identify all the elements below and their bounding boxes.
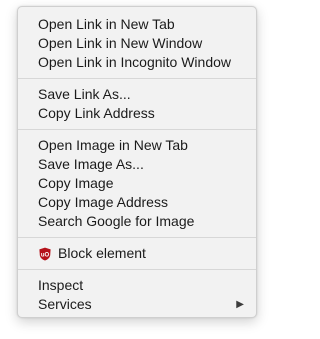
menu-separator (18, 78, 256, 79)
menu-item-search-google-for-image[interactable]: Search Google for Image (18, 212, 256, 231)
menu-separator (18, 129, 256, 130)
menu-item-copy-image[interactable]: Copy Image (18, 174, 256, 193)
ublock-origin-shield-icon: uO (38, 247, 52, 261)
block-element-label: Block element (58, 245, 146, 261)
menu-item-open-link-new-tab[interactable]: Open Link in New Tab (18, 15, 256, 34)
menu-item-open-link-new-window[interactable]: Open Link in New Window (18, 34, 256, 53)
svg-text:uO: uO (41, 252, 50, 258)
menu-separator (18, 237, 256, 238)
menu-item-save-link-as[interactable]: Save Link As... (18, 85, 256, 104)
menu-item-copy-image-address[interactable]: Copy Image Address (18, 193, 256, 212)
submenu-arrow-icon: ▶ (236, 299, 244, 310)
menu-item-block-element[interactable]: uO Block element (18, 244, 256, 263)
menu-item-save-image-as[interactable]: Save Image As... (18, 155, 256, 174)
menu-separator (18, 269, 256, 270)
menu-item-inspect[interactable]: Inspect (18, 276, 256, 295)
services-label: Services (38, 296, 92, 312)
menu-item-open-link-incognito[interactable]: Open Link in Incognito Window (18, 53, 256, 72)
menu-item-open-image-new-tab[interactable]: Open Image in New Tab (18, 136, 256, 155)
menu-item-services[interactable]: Services ▶ (18, 295, 256, 314)
menu-item-copy-link-address[interactable]: Copy Link Address (18, 104, 256, 123)
context-menu: Open Link in New Tab Open Link in New Wi… (17, 6, 257, 318)
